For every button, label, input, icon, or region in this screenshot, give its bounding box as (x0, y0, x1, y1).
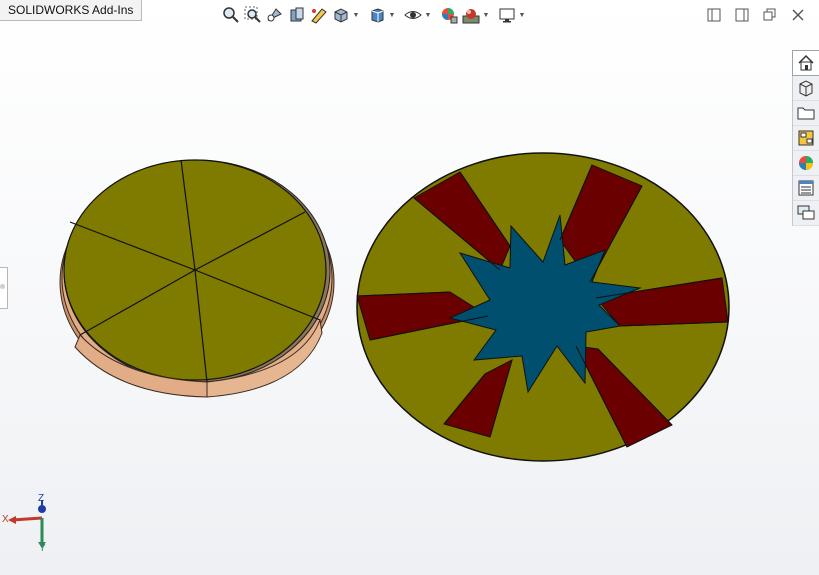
home-icon[interactable] (792, 50, 819, 76)
close-icon[interactable] (787, 4, 809, 26)
view-orientation-dropdown-icon[interactable]: ▼ (352, 4, 360, 26)
zoom-to-area-icon[interactable] (242, 4, 264, 26)
forum-icon[interactable] (793, 201, 819, 226)
custom-properties-icon[interactable] (793, 176, 819, 201)
view-settings-icon[interactable] (496, 4, 518, 26)
file-explorer-icon[interactable] (793, 101, 819, 126)
zoom-to-fit-icon[interactable] (220, 4, 242, 26)
edit-appearance-icon[interactable] (438, 4, 460, 26)
section-view-icon[interactable] (286, 4, 308, 26)
graphics-viewport[interactable] (0, 0, 819, 575)
view-orientation-icon[interactable] (330, 4, 352, 26)
solidworks-addins-tab[interactable]: SOLIDWORKS Add-Ins (0, 0, 143, 21)
apply-scene-dropdown-icon[interactable]: ▼ (482, 4, 490, 26)
window-controls (703, 4, 809, 26)
feature-manager-collapse-tab[interactable] (0, 267, 8, 309)
hide-show-items-icon[interactable] (402, 4, 424, 26)
restore-icon[interactable] (759, 4, 781, 26)
reference-triad (8, 500, 46, 548)
hide-show-dropdown-icon[interactable]: ▼ (424, 4, 432, 26)
triad-x-label: X (2, 514, 9, 525)
tile-right-icon[interactable] (731, 4, 753, 26)
design-library-icon[interactable] (793, 76, 819, 101)
heads-up-view-toolbar: ▼ ▼ ▼ ▼ ▼ (220, 4, 532, 26)
appearances-icon[interactable] (793, 151, 819, 176)
tile-left-icon[interactable] (703, 4, 725, 26)
display-style-icon[interactable] (366, 4, 388, 26)
right-disc-part[interactable] (356, 152, 730, 462)
triad-y-label: Y (39, 543, 46, 554)
view-palette-icon[interactable] (793, 126, 819, 151)
display-style-dropdown-icon[interactable]: ▼ (388, 4, 396, 26)
addins-tab-label: SOLIDWORKS Add-Ins (8, 3, 134, 17)
triad-z-label: Z (38, 493, 45, 504)
view-settings-dropdown-icon[interactable]: ▼ (518, 4, 526, 26)
left-disc-part[interactable] (59, 159, 335, 398)
previous-view-icon[interactable] (264, 4, 286, 26)
apply-scene-icon[interactable] (460, 4, 482, 26)
dynamic-annotation-icon[interactable] (308, 4, 330, 26)
task-pane (792, 50, 819, 226)
